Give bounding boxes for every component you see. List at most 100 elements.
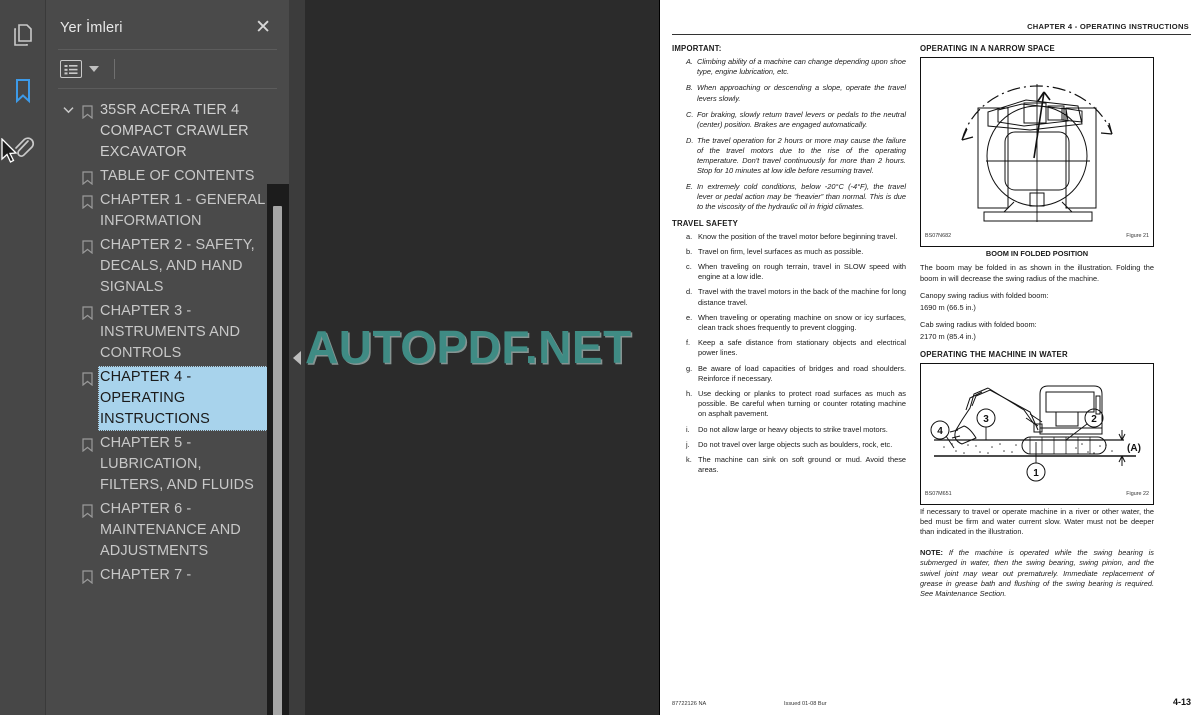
svg-text:3: 3 bbox=[983, 414, 989, 425]
figure-21: BS07N682 Figure 21 bbox=[920, 57, 1154, 248]
figure-21-caption: BOOM IN FOLDED POSITION bbox=[985, 249, 1089, 259]
bookmark-list: 35SR ACERA TIER 4 COMPACT CRAWLER EXCAVA… bbox=[46, 89, 289, 715]
bookmark-item-icon bbox=[76, 498, 98, 518]
pdf-viewer-window: Yer İmleri ✕ 35SR ACERA TIER 4 COMPACT C… bbox=[0, 0, 1200, 715]
item-text: Be aware of load capacities of bridges a… bbox=[698, 363, 906, 383]
cab-radius-label: Cab swing radius with folded boom: bbox=[920, 320, 1037, 330]
collapse-sidebar-handle[interactable] bbox=[289, 0, 305, 715]
page-left-column: IMPORTANT: A. Climbing ability of a mach… bbox=[672, 44, 906, 599]
list-options-icon[interactable] bbox=[60, 60, 82, 78]
twisty-placeholder bbox=[60, 165, 76, 172]
item-text: Do not travel over large objects such as… bbox=[698, 439, 893, 449]
footer-issued: Issued 01-08 Bur bbox=[784, 701, 827, 707]
canopy-radius-value: 1690 m (66.5 in.) bbox=[920, 302, 976, 312]
bookmark-label[interactable]: CHAPTER 5 - LUBRICATION, FILTERS, AND FL… bbox=[98, 432, 271, 497]
figure-22-meta: BS07M651 Figure 22 bbox=[925, 491, 1149, 497]
page-thumbnails-icon[interactable] bbox=[6, 18, 40, 52]
mouse-cursor-icon bbox=[1, 138, 18, 163]
figure-id: BS07M651 bbox=[925, 490, 952, 497]
list-item[interactable]: TABLE OF CONTENTS bbox=[60, 165, 271, 188]
important-heading: IMPORTANT: bbox=[672, 44, 722, 54]
bookmarks-scrollbar[interactable] bbox=[267, 184, 289, 715]
item-text: The machine can sink on soft ground or m… bbox=[698, 454, 906, 475]
item-text: Use decking or planks to protect road su… bbox=[698, 388, 906, 419]
item-marker: e. bbox=[686, 312, 693, 322]
note-label: NOTE: bbox=[920, 548, 943, 558]
item-marker: g. bbox=[686, 363, 693, 373]
watermark-text: AUTOPDF.NET bbox=[305, 321, 632, 373]
twisty-placeholder bbox=[60, 432, 76, 439]
bookmarks-panel-title: Yer İmleri bbox=[60, 19, 123, 36]
list-item[interactable]: CHAPTER 5 - LUBRICATION, FILTERS, AND FL… bbox=[60, 432, 271, 497]
item-text: Travel with the travel motors in the bac… bbox=[698, 287, 906, 307]
bookmark-label[interactable]: CHAPTER 7 - bbox=[98, 564, 193, 587]
list-item: d. Travel with the travel motors in the … bbox=[686, 287, 906, 307]
bookmark-label[interactable]: CHAPTER 3 - INSTRUMENTS AND CONTROLS bbox=[98, 300, 271, 365]
svg-text:4: 4 bbox=[937, 426, 943, 437]
item-marker: h. bbox=[686, 388, 693, 398]
narrow-space-heading: OPERATING IN A NARROW SPACE bbox=[920, 44, 1055, 54]
bookmarks-icon[interactable] bbox=[6, 74, 40, 108]
item-marker: D. bbox=[686, 135, 694, 145]
chevron-down-icon[interactable] bbox=[89, 66, 99, 72]
figure-21-meta: BS07N682 Figure 21 bbox=[925, 233, 1149, 239]
scrollbar-thumb[interactable] bbox=[273, 206, 282, 715]
bookmark-item-icon bbox=[76, 189, 98, 209]
bookmark-label[interactable]: CHAPTER 1 - GENERAL INFORMATION bbox=[98, 189, 271, 233]
sidebar-item-chapter-4[interactable]: CHAPTER 4 - OPERATING INSTRUCTIONS bbox=[60, 366, 271, 431]
close-panel-button[interactable]: ✕ bbox=[251, 16, 275, 39]
list-item[interactable]: CHAPTER 6 - MAINTENANCE AND ADJUSTMENTS bbox=[60, 498, 271, 563]
header-rule bbox=[672, 34, 1191, 36]
list-item[interactable]: CHAPTER 3 - INSTRUMENTS AND CONTROLS bbox=[60, 300, 271, 365]
cab-radius-value: 2170 m (85.4 in.) bbox=[920, 332, 976, 342]
item-text: The travel operation for 2 hours or more… bbox=[697, 135, 906, 176]
excavator-in-water-diagram: 1 2 3 4 (A) bbox=[930, 385, 1141, 482]
item-marker: f. bbox=[686, 338, 691, 348]
bookmark-label[interactable]: CHAPTER 2 - SAFETY, DECALS, AND HAND SIG… bbox=[98, 234, 271, 299]
bookmark-label-selected[interactable]: CHAPTER 4 - OPERATING INSTRUCTIONS bbox=[98, 366, 271, 431]
twisty-placeholder bbox=[60, 498, 76, 505]
item-text: Travel on firm, level surfaces as much a… bbox=[698, 246, 864, 256]
item-text: For braking, slowly return travel levers… bbox=[697, 109, 906, 129]
note-text: If the machine is operated while the swi… bbox=[920, 548, 1154, 599]
list-item: a. Know the position of the travel motor… bbox=[686, 232, 906, 242]
document-viewport[interactable]: AUTOPDF.NET CHAPTER 4 - OPERATING INSTRU… bbox=[305, 0, 1200, 715]
bookmark-item-icon bbox=[76, 99, 98, 119]
item-marker: k. bbox=[686, 454, 692, 464]
item-text: When approaching or descending a slope, … bbox=[697, 83, 906, 103]
twisty-placeholder bbox=[60, 300, 76, 307]
excavator-top-view-diagram bbox=[961, 84, 1113, 223]
list-item[interactable]: CHAPTER 7 - bbox=[60, 564, 271, 587]
list-item[interactable]: 35SR ACERA TIER 4 COMPACT CRAWLER EXCAVA… bbox=[60, 99, 271, 164]
bookmark-label[interactable]: TABLE OF CONTENTS bbox=[98, 165, 257, 188]
list-item: A. Climbing ability of a machine can cha… bbox=[686, 57, 906, 77]
bookmarks-panel-header: Yer İmleri ✕ bbox=[46, 0, 289, 49]
list-item[interactable]: CHAPTER 2 - SAFETY, DECALS, AND HAND SIG… bbox=[60, 234, 271, 299]
chevron-expanded-icon[interactable] bbox=[60, 99, 76, 114]
item-marker: j. bbox=[686, 439, 690, 449]
page-footer: 87722126 NA Issued 01-08 Bur 4-13 bbox=[672, 697, 1191, 707]
bookmark-item-icon bbox=[76, 366, 98, 386]
twisty-placeholder bbox=[60, 564, 76, 571]
list-item: c. When traveling on rough terrain, trav… bbox=[686, 262, 906, 282]
toolbar-divider bbox=[114, 59, 115, 79]
bookmarks-toolbar bbox=[46, 50, 289, 88]
page-header: CHAPTER 4 - OPERATING INSTRUCTIONS bbox=[672, 22, 1191, 36]
figure-id: BS07N682 bbox=[925, 233, 952, 240]
item-text: When traveling or operating machine on s… bbox=[698, 312, 906, 332]
list-item: b. Travel on firm, level surfaces as muc… bbox=[686, 247, 906, 257]
canopy-radius-label: Canopy swing radius with folded boom: bbox=[920, 290, 1049, 300]
item-marker: C. bbox=[686, 109, 694, 119]
item-marker: c. bbox=[686, 261, 692, 271]
list-item[interactable]: CHAPTER 1 - GENERAL INFORMATION bbox=[60, 189, 271, 233]
figure-22: 1 2 3 4 (A) BS07M651 Figure 22 bbox=[920, 362, 1154, 505]
bookmark-label[interactable]: 35SR ACERA TIER 4 COMPACT CRAWLER EXCAVA… bbox=[98, 99, 271, 164]
bookmark-label[interactable]: CHAPTER 6 - MAINTENANCE AND ADJUSTMENTS bbox=[98, 498, 271, 563]
footer-doc-number: 87722126 NA bbox=[672, 701, 707, 707]
page-right-column: OPERATING IN A NARROW SPACE BS07N682 Fig… bbox=[920, 44, 1154, 599]
svg-text:(A): (A) bbox=[1127, 443, 1141, 454]
chevron-left-icon bbox=[293, 350, 301, 365]
bookmark-item-icon bbox=[76, 300, 98, 320]
item-marker: a. bbox=[686, 231, 693, 241]
figure-label: Figure 21 bbox=[1126, 233, 1149, 240]
